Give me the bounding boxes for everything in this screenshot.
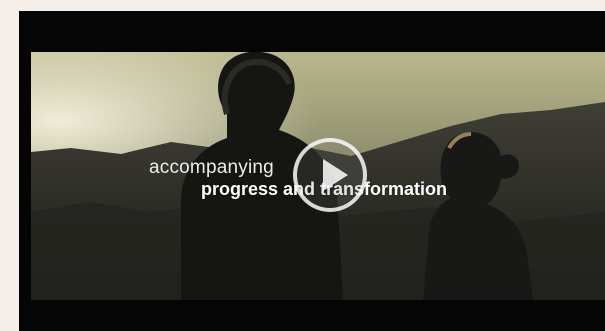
play-button[interactable] [293,138,367,212]
play-icon [323,159,348,191]
video-player[interactable]: accompanying progress and transformation [19,11,605,331]
video-frame[interactable]: accompanying progress and transformation [31,52,605,300]
